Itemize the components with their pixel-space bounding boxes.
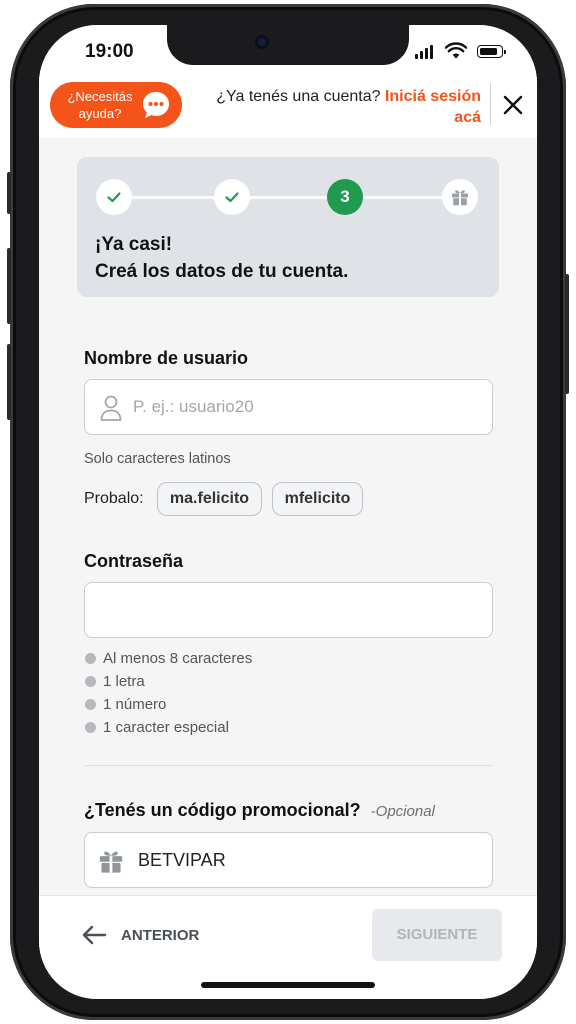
requirement-text: 1 caracter especial — [103, 719, 229, 736]
registration-form: 3 ¡Ya casi! Creá los datos de tu cuenta.… — [39, 138, 537, 895]
requirement-dot — [85, 699, 96, 710]
requirement-dot — [85, 676, 96, 687]
password-label: Contraseña — [84, 551, 184, 571]
requirement-text: Al menos 8 caracteres — [103, 650, 253, 667]
password-input[interactable] — [84, 582, 493, 638]
password-requirement: 1 letra — [85, 673, 145, 690]
login-prompt-text: ¿Ya tenés una cuenta? — [216, 88, 381, 105]
username-input[interactable]: P. ej.: usuario20 — [84, 379, 493, 435]
progress-title-line2: Creá los datos de tu cuenta. — [95, 261, 349, 282]
status-time: 19:00 — [85, 41, 134, 62]
password-requirement: Al menos 8 caracteres — [85, 650, 252, 667]
gift-icon — [99, 851, 123, 873]
username-hint: Solo caracteres latinos — [84, 451, 231, 467]
check-icon — [107, 192, 121, 203]
bottom-nav: ANTERIOR SIGUIENTE — [39, 895, 537, 999]
back-button[interactable]: ANTERIOR — [81, 922, 199, 948]
volume-down-button — [7, 344, 11, 420]
user-icon — [100, 395, 122, 421]
requirement-dot — [85, 722, 96, 733]
password-requirement: 1 caracter especial — [85, 719, 229, 736]
cellular-signal-icon — [415, 45, 433, 59]
suggestion-chip[interactable]: ma.felicito — [157, 482, 262, 516]
battery-icon — [477, 45, 506, 58]
progress-title-line1: ¡Ya casi! — [95, 234, 173, 255]
promo-code-value: BETVIPAR — [138, 850, 226, 870]
requirement-text: 1 número — [103, 696, 167, 713]
wifi-icon — [445, 42, 467, 59]
step-4-reward — [442, 179, 478, 215]
header-divider — [490, 83, 491, 125]
progress-card: 3 ¡Ya casi! Creá los datos de tu cuenta. — [77, 157, 499, 297]
login-link[interactable]: Iniciá sesión acá — [385, 88, 481, 126]
top-bar: ¿Necesitás ayuda? ¿Ya tenés una cuenta? … — [39, 81, 537, 138]
progress-title: ¡Ya casi! Creá los datos de tu cuenta. — [95, 231, 348, 285]
suggestion-chip[interactable]: mfelicito — [272, 482, 363, 516]
requirement-text: 1 letra — [103, 673, 145, 690]
login-prompt: ¿Ya tenés una cuenta? Iniciá sesión acá — [201, 86, 481, 128]
promo-code-input[interactable]: BETVIPAR — [84, 832, 493, 888]
promo-label: ¿Tenés un código promocional? — [84, 800, 361, 820]
camera-icon — [255, 35, 269, 49]
username-placeholder: P. ej.: usuario20 — [133, 397, 254, 416]
power-button — [565, 274, 569, 394]
requirement-dot — [85, 653, 96, 664]
home-indicator — [201, 982, 375, 988]
password-requirement: 1 número — [85, 696, 166, 713]
close-icon[interactable] — [501, 93, 525, 117]
stepper-track — [113, 196, 463, 199]
next-button[interactable]: SIGUIENTE — [372, 909, 502, 961]
promo-optional-label: -Opcional — [370, 803, 435, 820]
check-icon — [225, 192, 239, 203]
section-divider — [84, 765, 493, 766]
mute-switch — [7, 172, 11, 214]
username-label: Nombre de usuario — [84, 348, 249, 368]
volume-up-button — [7, 248, 11, 324]
help-button-label: ¿Necesitás ayuda? — [67, 89, 133, 121]
arrow-left-icon — [82, 925, 107, 945]
help-button[interactable]: ¿Necesitás ayuda? — [50, 82, 182, 128]
notch — [167, 25, 409, 65]
step-3-current: 3 — [327, 179, 363, 215]
back-button-label: ANTERIOR — [121, 926, 200, 944]
step-2-complete — [214, 179, 250, 215]
suggestions-label: Probalo: — [84, 490, 144, 507]
screen: 19:00 ¿Necesitás ayuda? ¿Ya tenés una cu… — [39, 25, 537, 999]
gift-icon — [452, 190, 468, 206]
chat-bubble-icon — [143, 92, 169, 118]
promo-heading: ¿Tenés un código promocional? -Opcional — [84, 800, 435, 821]
step-1-complete — [96, 179, 132, 215]
